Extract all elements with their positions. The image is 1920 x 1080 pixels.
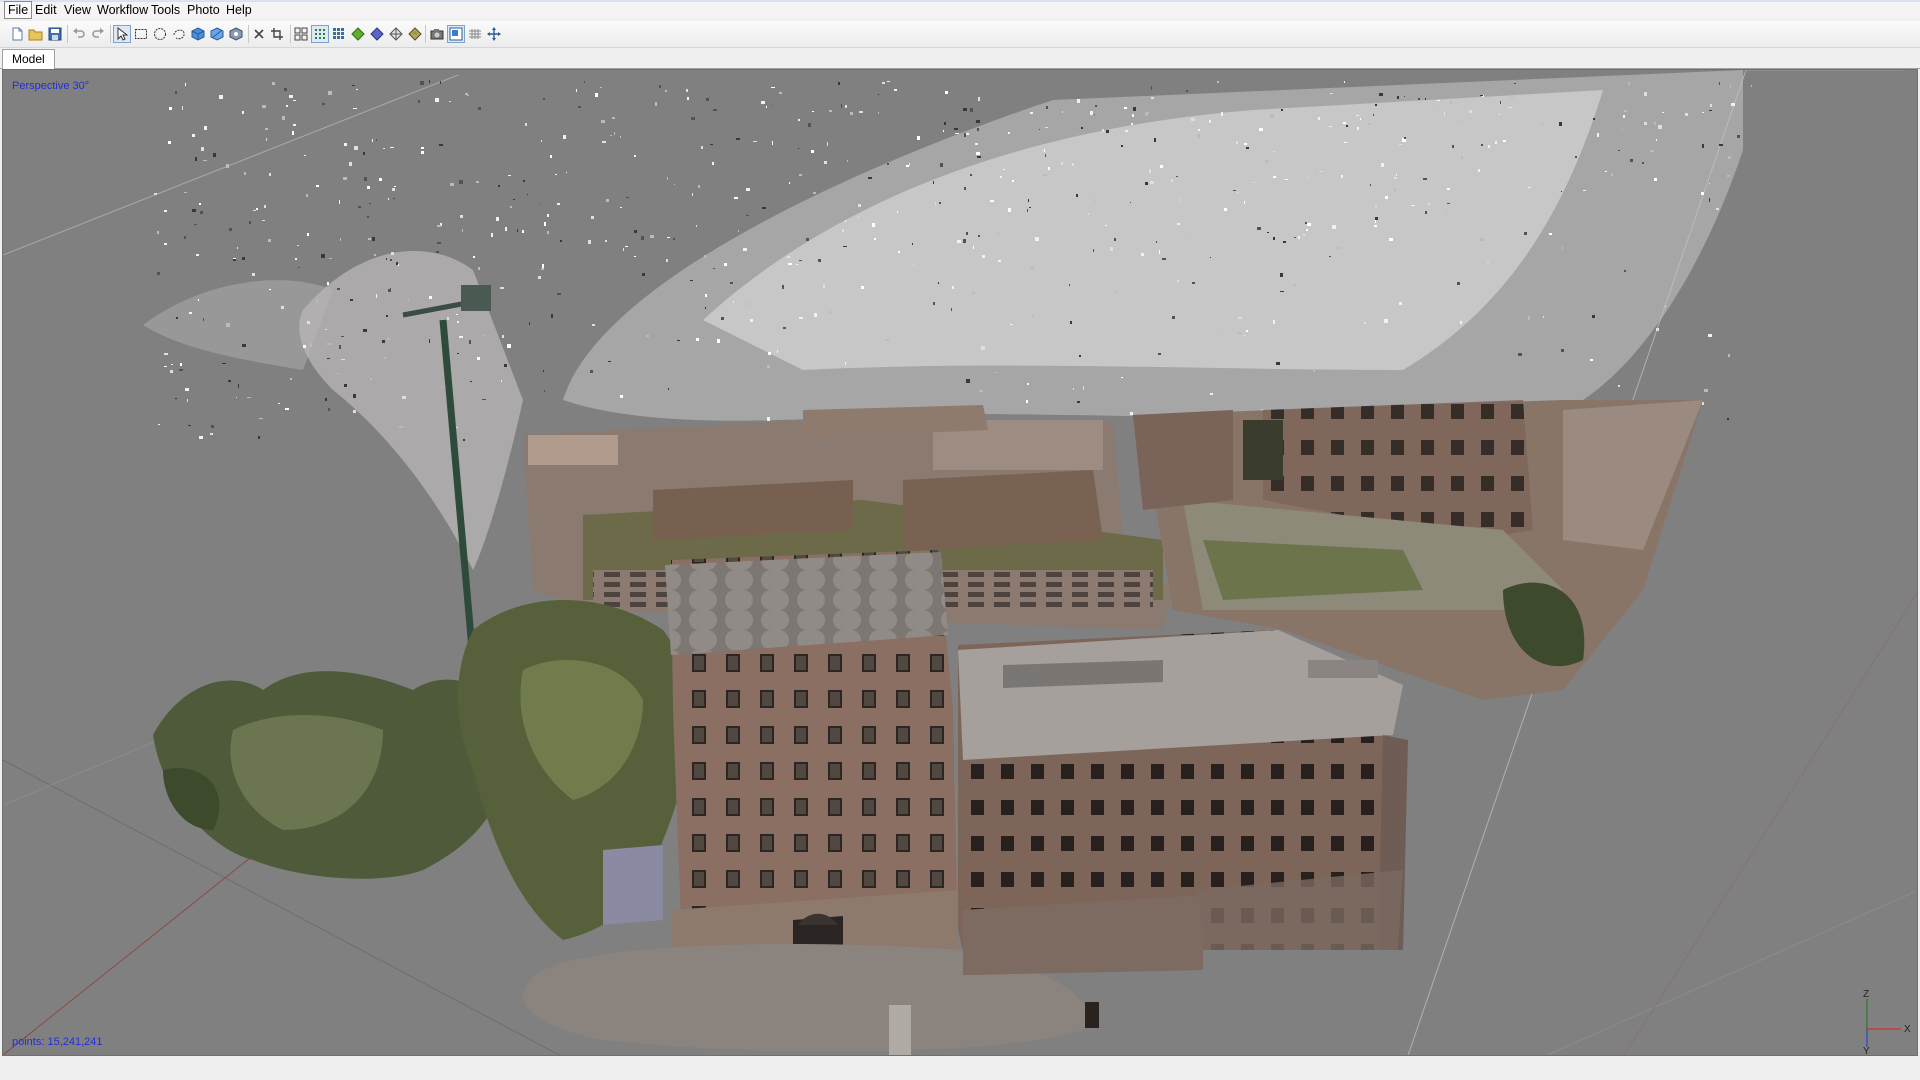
axis-gizmo: X Z Y <box>1863 989 1911 1055</box>
delete-selection-icon[interactable] <box>250 25 268 43</box>
x-axis-label: X <box>1904 1024 1911 1035</box>
status-bar <box>0 1056 1920 1080</box>
wireframe-model-icon[interactable] <box>387 25 405 43</box>
menu-photo[interactable]: Photo <box>184 2 223 18</box>
camera-icon[interactable] <box>428 25 446 43</box>
open-folder-icon[interactable] <box>27 25 45 43</box>
toolbar-separator <box>110 25 111 43</box>
free-form-selection-icon[interactable] <box>170 25 188 43</box>
rectangle-selection-icon[interactable] <box>132 25 150 43</box>
y-axis-label: Y <box>1863 1046 1870 1055</box>
dense-cloud-view-icon[interactable] <box>330 25 348 43</box>
crop-selection-icon[interactable] <box>268 25 286 43</box>
undo-icon[interactable] <box>70 25 88 43</box>
circle-selection-icon[interactable] <box>151 25 169 43</box>
show-grid-icon[interactable] <box>466 25 484 43</box>
point-cloud-render <box>3 70 1917 1055</box>
save-icon[interactable] <box>46 25 64 43</box>
move-region-icon[interactable] <box>208 25 226 43</box>
menu-help[interactable]: Help <box>223 2 255 18</box>
toolbar-separator <box>67 25 68 43</box>
point-cloud-view-icon[interactable] <box>311 25 329 43</box>
menu-bar: File Edit View Workflow Tools Photo Help <box>0 1 1920 19</box>
menu-file[interactable]: File <box>4 1 33 19</box>
toolbar-separator <box>290 25 291 43</box>
show-cameras-icon[interactable] <box>292 25 310 43</box>
projection-label: Perspective 30° <box>12 80 90 92</box>
resize-region-icon[interactable] <box>227 25 245 43</box>
menu-workflow[interactable]: Workflow <box>94 2 151 18</box>
tab-model[interactable]: Model <box>2 49 55 69</box>
shaded-model-icon[interactable] <box>349 25 367 43</box>
z-axis-label: Z <box>1863 989 1869 1000</box>
toolbar-separator <box>248 25 249 43</box>
solid-model-icon[interactable] <box>368 25 386 43</box>
toolbar-separator <box>425 25 426 43</box>
textured-model-icon[interactable] <box>406 25 424 43</box>
new-document-icon[interactable] <box>8 25 26 43</box>
navigation-arrow-icon[interactable] <box>113 25 131 43</box>
show-region-icon[interactable] <box>447 25 465 43</box>
toolbar <box>0 21 1920 48</box>
rotate-object-icon[interactable] <box>189 25 207 43</box>
redo-icon[interactable] <box>89 25 107 43</box>
reset-view-icon[interactable] <box>485 25 503 43</box>
menu-view[interactable]: View <box>61 2 94 18</box>
tab-bar: Model <box>0 48 1920 69</box>
point-count-label: points: 15,241,241 <box>12 1036 103 1048</box>
right-large-building <box>958 630 1408 975</box>
menu-tools[interactable]: Tools <box>148 2 183 18</box>
menu-edit[interactable]: Edit <box>32 2 60 18</box>
model-viewport[interactable]: Perspective 30° points: 15,241,241 X Z Y <box>2 69 1918 1056</box>
